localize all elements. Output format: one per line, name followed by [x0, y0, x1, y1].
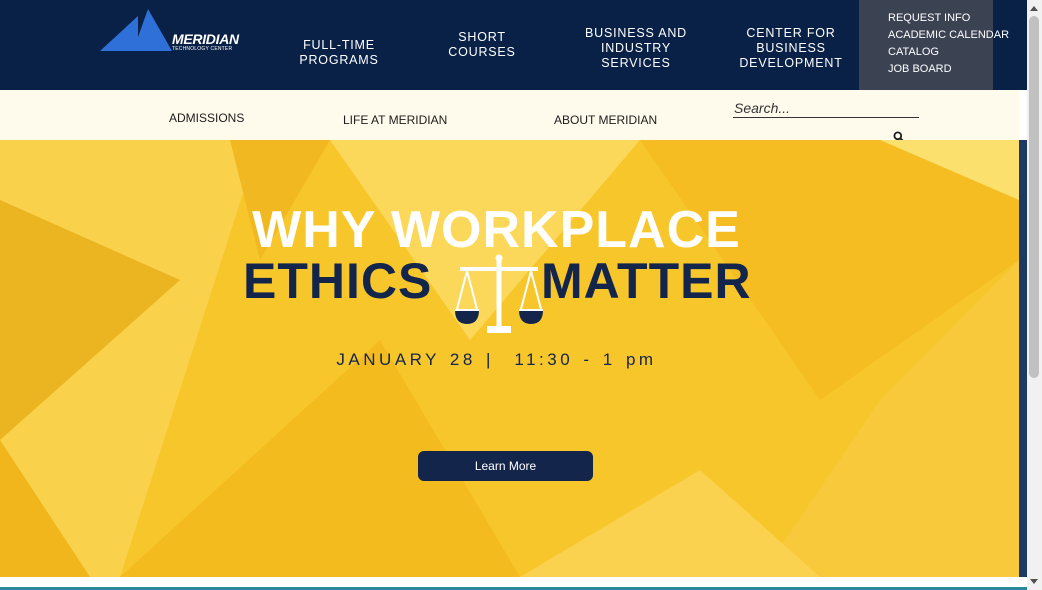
link-academic-calendar[interactable]: ACADEMIC CALENDAR: [888, 29, 1009, 41]
link-job-board[interactable]: JOB BOARD: [888, 63, 952, 75]
scroll-up-arrow-icon[interactable]: [1030, 6, 1038, 11]
nav-short-courses[interactable]: SHORT COURSES: [444, 30, 520, 60]
subnav-about-meridian[interactable]: ABOUT MERIDIAN: [554, 113, 657, 127]
hero-title-matter: MATTER: [541, 253, 752, 309]
scrollbar-thumb[interactable]: [1029, 16, 1039, 378]
next-slide-peek: [1019, 140, 1027, 577]
subnav-life-at-meridian[interactable]: LIFE AT MERIDIAN: [343, 113, 447, 127]
logo-wordmark: MERIDIAN: [172, 31, 239, 47]
hero-title-ethics: ETHICS: [243, 253, 433, 309]
link-catalog[interactable]: CATALOG: [888, 46, 939, 58]
search-input[interactable]: [733, 98, 919, 118]
meridian-logo[interactable]: MERIDIAN TECHNOLOGY CENTER: [100, 8, 245, 54]
nav-business-industry-services[interactable]: BUSINESS AND INDUSTRY SERVICES: [582, 26, 690, 71]
hero-title-line1: WHY WORKPLACE: [252, 201, 741, 259]
nav-center-business-development[interactable]: CENTER FOR BUSINESS DEVELOPMENT: [736, 26, 846, 71]
learn-more-button[interactable]: Learn More: [418, 451, 593, 481]
subnav-admissions[interactable]: ADMISSIONS: [169, 111, 244, 125]
quick-links-panel: REQUEST INFO ACADEMIC CALENDAR CATALOG J…: [859, 0, 1009, 90]
scales-of-justice-icon: [455, 254, 543, 333]
scroll-down-arrow-icon[interactable]: [1030, 579, 1038, 584]
hero-event-date: JANUARY 28 | 11:30 - 1 pm: [336, 350, 657, 369]
link-request-info[interactable]: REQUEST INFO: [888, 12, 970, 24]
logo-subtext: TECHNOLOGY CENTER: [172, 46, 233, 52]
nav-full-time-programs[interactable]: FULL-TIME PROGRAMS: [296, 38, 382, 68]
